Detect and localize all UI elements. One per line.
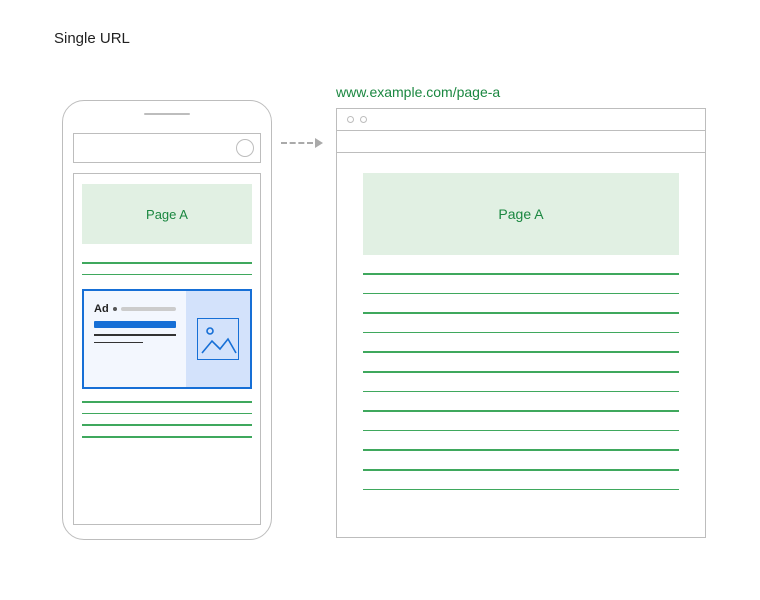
text-line [363,273,679,275]
ad-separator-dot [113,307,117,311]
arrow-head-icon [315,138,323,148]
desktop-hero-label: Page A [498,206,543,222]
connector-arrow [281,138,323,148]
desktop-url-bar [337,131,705,153]
text-line [363,332,679,334]
phone-speaker-slot [144,113,190,115]
text-line [82,424,252,426]
ad-headline-placeholder [94,321,176,328]
text-line [363,489,679,491]
text-line [363,469,679,471]
text-line [363,449,679,451]
ad-url-placeholder [121,307,176,311]
text-line [363,312,679,314]
mobile-url-circle [236,139,254,157]
text-line [82,262,252,264]
ad-unit: Ad [82,289,252,389]
text-line [82,436,252,438]
mobile-url-bar [73,133,261,163]
ad-text-column: Ad [84,291,186,387]
ad-label: Ad [94,303,109,315]
text-line [363,410,679,412]
text-line [363,293,679,295]
browser-title-bar [337,109,705,131]
diagram-canvas: Single URL www.example.com/page-a Page A… [0,0,760,600]
desktop-viewport: Page A [337,153,705,490]
window-control-dot [347,116,354,123]
mobile-device-frame: Page A Ad [62,100,272,540]
arrow-line [281,142,313,144]
text-line [82,413,252,415]
mobile-hero-block: Page A [82,184,252,244]
text-line [82,274,252,276]
text-line [363,351,679,353]
ad-desc-line [94,342,143,344]
mobile-viewport: Page A Ad [73,173,261,525]
desktop-browser-frame: Page A [336,108,706,538]
text-line [363,430,679,432]
desktop-text-lines [363,273,679,490]
text-line [82,401,252,403]
ad-header-row: Ad [94,303,176,315]
ad-image-panel [186,291,250,387]
text-line [363,371,679,373]
desktop-hero-block: Page A [363,173,679,255]
diagram-title: Single URL [54,30,130,47]
shared-url-label: www.example.com/page-a [336,84,500,100]
mobile-text-lines [82,401,252,437]
mobile-hero-label: Page A [146,207,188,222]
ad-desc-line [94,334,176,336]
window-control-dot [360,116,367,123]
image-placeholder-icon [197,318,239,360]
text-line [363,391,679,393]
